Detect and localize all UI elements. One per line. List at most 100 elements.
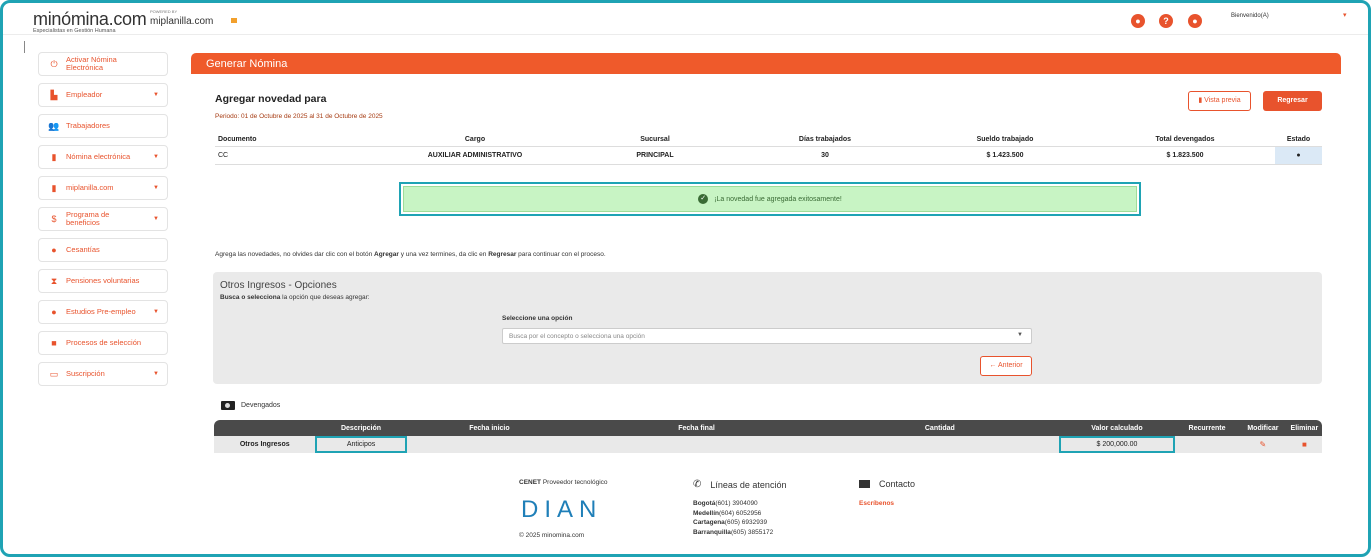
column-header: Descripción bbox=[315, 420, 407, 436]
column-header: Fecha inicio bbox=[406, 420, 573, 436]
column-header: Estado bbox=[1275, 133, 1322, 147]
top-bar: minómina.com Especialistas en Gestión Hu… bbox=[3, 3, 1368, 35]
page-title: Generar Nómina bbox=[191, 53, 1341, 74]
table-cell: $ 1.423.500 bbox=[915, 146, 1095, 165]
partner-logo[interactable]: miplanilla.com bbox=[150, 16, 213, 27]
card-icon: ▭ bbox=[49, 368, 59, 379]
sidebar-item-nomina-electronica[interactable]: ▮ Nómina electrónica ▼ bbox=[38, 145, 168, 169]
preview-button[interactable]: ▮ Vista previa bbox=[1188, 91, 1251, 111]
city: Bogotá bbox=[693, 500, 716, 507]
table-cell: Otros Ingresos bbox=[214, 436, 316, 453]
chevron-down-icon: ▼ bbox=[153, 185, 159, 191]
divider bbox=[24, 41, 25, 53]
column-header: Días trabajados bbox=[735, 133, 915, 147]
previous-button[interactable]: ← Anterior bbox=[980, 356, 1032, 376]
sidebar: ⏻ Activar Nómina Electrónica ▙ Empleador ▼ … bbox=[38, 52, 168, 393]
edit-icon[interactable]: ✎ bbox=[1239, 436, 1287, 453]
section-heading: Agregar novedad para bbox=[215, 93, 327, 105]
check-circle-icon: ✓ bbox=[698, 194, 709, 204]
sidebar-item-label: Cesantías bbox=[66, 245, 100, 254]
table-row: CC AUXILIAR ADMINISTRATIVO PRINCIPAL 30 … bbox=[215, 146, 1322, 165]
summary-table: Documento Cargo Sucursal Días trabajados… bbox=[215, 133, 1322, 165]
brand-logo[interactable]: minómina.com Especialistas en Gestión Hu… bbox=[33, 9, 147, 34]
phone: (605) 3855172 bbox=[730, 528, 774, 536]
devengados-label-text: Devengados bbox=[241, 402, 281, 409]
instructions-bold: Regresar bbox=[488, 251, 517, 258]
instructions-part: para continuar con el proceso. bbox=[516, 251, 606, 258]
piggy-bank-icon: ● bbox=[51, 245, 57, 255]
lines-title: ✆ Líneas de atención bbox=[693, 479, 786, 490]
options-subtitle-bold: Busca o selecciona bbox=[220, 294, 281, 301]
help-icon[interactable]: ? bbox=[1159, 14, 1173, 28]
sidebar-item-empleador[interactable]: ▙ Empleador ▼ bbox=[38, 83, 168, 107]
sidebar-item-activar-nomina[interactable]: ⏻ Activar Nómina Electrónica bbox=[38, 52, 168, 76]
user-plus-icon: ● bbox=[51, 307, 57, 317]
phone: (605) 6932939 bbox=[724, 519, 768, 526]
sidebar-item-label: Pensiones voluntarias bbox=[66, 276, 140, 285]
table-cell bbox=[1174, 436, 1240, 453]
sidebar-item-programa-beneficios[interactable]: $ Programa de beneficios ▼ bbox=[38, 207, 168, 231]
column-header: Recurrente bbox=[1174, 420, 1240, 436]
table-cell: CC bbox=[215, 146, 375, 165]
chevron-down-icon: ▼ bbox=[153, 92, 159, 98]
table-cell: 30 bbox=[735, 146, 915, 165]
contact-link[interactable]: Escríbenos bbox=[859, 500, 894, 507]
city: Barranquilla bbox=[693, 528, 731, 536]
sidebar-item-cesantias[interactable]: ● Cesantías bbox=[38, 238, 168, 262]
options-box: Otros Ingresos - Opciones Busca o selecc… bbox=[213, 272, 1322, 384]
alert-message: ¡La novedad fue agregada exitosamente! bbox=[714, 195, 842, 203]
money-icon bbox=[221, 401, 235, 410]
column-header: Documento bbox=[215, 133, 375, 147]
phone-line[interactable]: Bogotá(601) 3904090 bbox=[693, 499, 773, 509]
instructions-part: y una vez termines, da clic en bbox=[398, 251, 489, 258]
phone-line[interactable]: Barranquilla(605) 3855172 bbox=[693, 528, 773, 538]
dian-logo: DIAN bbox=[521, 496, 603, 523]
devengados-table: Descripción Fecha inicio Fecha final Can… bbox=[214, 420, 1322, 453]
sidebar-item-procesos[interactable]: ■ Procesos de selección bbox=[38, 331, 168, 355]
chevron-down-icon[interactable]: ▾ bbox=[1343, 11, 1347, 19]
flag-icon bbox=[231, 18, 237, 23]
column-header: Sucursal bbox=[575, 133, 735, 147]
main-panel: Generar Nómina Agregar novedad para Peri… bbox=[191, 53, 1341, 463]
phone-line[interactable]: Cartagena(605) 6932939 bbox=[693, 518, 773, 528]
instructions-part: Agrega las novedades, no olvides dar cli… bbox=[215, 251, 374, 258]
user-avatar-icon[interactable]: ● bbox=[1188, 14, 1202, 28]
sidebar-item-label: Procesos de selección bbox=[66, 338, 142, 347]
powered-by-label: POWERED BY bbox=[150, 9, 178, 14]
table-cell bbox=[572, 436, 821, 453]
sidebar-item-miplanilla[interactable]: ▮ miplanilla.com ▼ bbox=[38, 176, 168, 200]
table-cell: $ 1.823.500 bbox=[1095, 146, 1275, 165]
column-header: Fecha final bbox=[572, 420, 821, 436]
devengados-label: Devengados bbox=[221, 401, 280, 410]
status-user-icon[interactable]: ● bbox=[1275, 146, 1322, 165]
city: Cartagena bbox=[693, 519, 725, 526]
description-cell: Anticipos bbox=[315, 436, 407, 453]
options-subtitle-rest: la opción que deseas agregar: bbox=[280, 294, 370, 301]
phone-icon: ✆ bbox=[693, 479, 702, 490]
column-header: Sueldo trabajado bbox=[915, 133, 1095, 147]
table-cell bbox=[406, 436, 573, 453]
instructions-text: Agrega las novedades, no olvides dar cli… bbox=[215, 251, 606, 258]
chevron-down-icon: ▼ bbox=[153, 371, 159, 377]
column-header: Total devengados bbox=[1095, 133, 1275, 147]
sidebar-item-label: Estudios Pre-empleo bbox=[66, 307, 136, 316]
table-cell: PRINCIPAL bbox=[575, 146, 735, 165]
brand-name: minómina.com bbox=[33, 9, 147, 29]
sidebar-item-label: Trabajadores bbox=[66, 121, 110, 130]
provider-text: CENET Proveedor tecnológico bbox=[519, 479, 608, 486]
sidebar-item-pensiones[interactable]: ⧗ Pensiones voluntarias bbox=[38, 269, 168, 293]
welcome-text[interactable]: Bienvenido(A) bbox=[1231, 13, 1269, 19]
option-select[interactable]: Busca por el concepto o selecciona una o… bbox=[502, 328, 1032, 344]
column-header: Cargo bbox=[375, 133, 575, 147]
sidebar-item-trabajadores[interactable]: 👥 Trabajadores bbox=[38, 114, 168, 138]
back-button[interactable]: Regresar bbox=[1263, 91, 1322, 111]
trash-icon[interactable]: ■ bbox=[1286, 436, 1322, 453]
period-label: Periodo: 01 de Octubre de 2025 al 31 de … bbox=[215, 113, 383, 120]
sidebar-item-suscripcion[interactable]: ▭ Suscripción ▼ bbox=[38, 362, 168, 386]
sidebar-item-label: Suscripción bbox=[66, 369, 105, 378]
sidebar-item-estudios[interactable]: ● Estudios Pre-empleo ▼ bbox=[38, 300, 168, 324]
phone-line[interactable]: Medellín(604) 6052956 bbox=[693, 509, 773, 519]
chat-icon[interactable]: ● bbox=[1131, 14, 1145, 28]
power-icon: ⏻ bbox=[50, 58, 58, 69]
sidebar-item-label: Nómina electrónica bbox=[66, 152, 131, 161]
